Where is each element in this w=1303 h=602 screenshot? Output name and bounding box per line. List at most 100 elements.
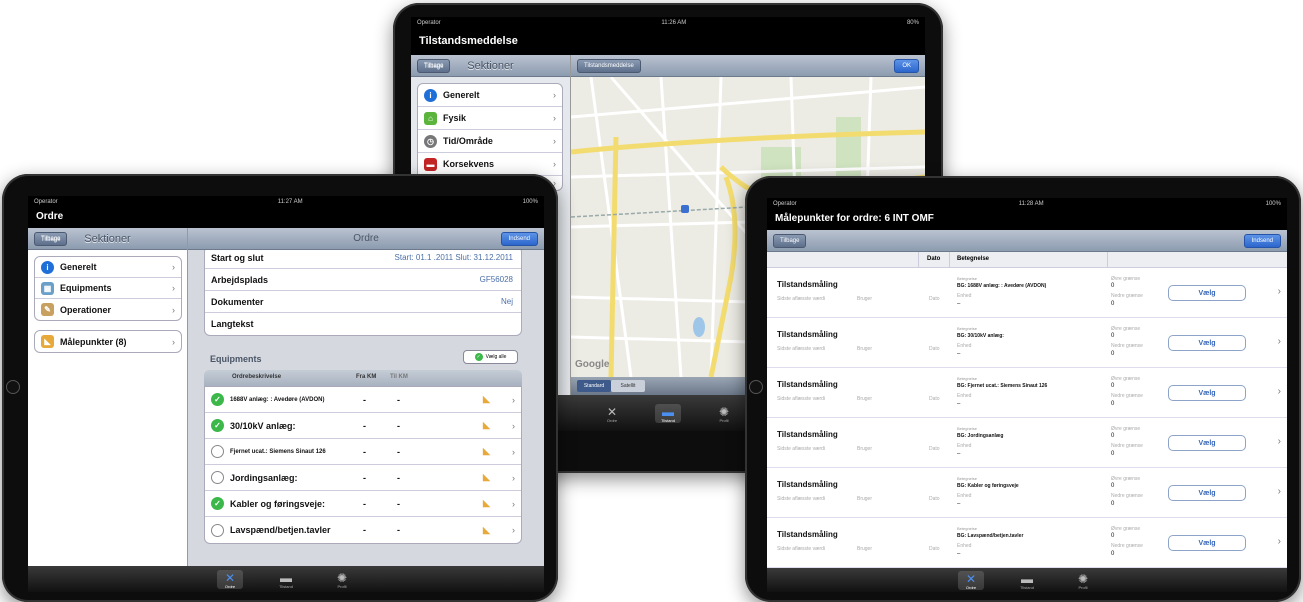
nedre-value: 0 [1111, 351, 1115, 357]
tab-tilstand[interactable]: ▬ Tilstand [655, 403, 681, 423]
ruler-icon[interactable]: ◣ [483, 420, 490, 431]
malepunkt-row[interactable]: Tilstandsmåling Sidste aflæsste værdi Brug… [767, 368, 1287, 418]
equipment-row[interactable]: ✓ Kabler og føringsveje: - - ◣ › [205, 491, 521, 517]
fra-km: - [363, 394, 366, 405]
vaelg-button[interactable]: Vælg [1168, 435, 1246, 451]
section-equipments[interactable]: ▦ Equipments › [35, 278, 181, 299]
indsend-button[interactable]: Indsend [1243, 234, 1281, 248]
row-title: Tilstandsmåling [777, 280, 838, 289]
enhed-value: – [957, 351, 961, 357]
home-button[interactable] [6, 380, 20, 394]
tab-profil[interactable]: ✺ Profil [329, 570, 355, 589]
equipment-row[interactable]: ✓ 30/10kV anlæg: - - ◣ › [205, 413, 521, 439]
back-button[interactable]: Tilbage [773, 234, 807, 248]
vaelg-button[interactable]: Vælg [1168, 285, 1246, 301]
checked-icon: ✓ [211, 393, 224, 406]
tab-label: Ordre [606, 417, 618, 423]
ovre-label: Øvre grænse [1111, 426, 1141, 432]
enhed-label: Enhed [957, 493, 972, 499]
gear-icon: ✺ [1077, 571, 1089, 586]
ipad-left: Operator 11:27 AM 100% Ordre Tilbage Sek… [2, 174, 558, 602]
unchecked-icon [211, 471, 224, 484]
malepunkt-row[interactable]: Tilstandsmåling Sidste aflæsste værdi Brug… [767, 468, 1287, 518]
vaelg-alle-button[interactable]: ✓ Vælg alle [463, 350, 518, 364]
indsend-button[interactable]: Indsend [500, 232, 538, 246]
equipment-label: 30/10kV anlæg: [230, 420, 296, 431]
tab-tilstand[interactable]: ▬ Tilstand [273, 570, 299, 589]
carrier: Operator [773, 201, 797, 207]
enhed-value: – [957, 551, 961, 557]
dato-label: Dato [929, 296, 940, 302]
chevron-right-icon: › [512, 446, 515, 457]
vaelg-button[interactable]: Vælg [1168, 535, 1246, 551]
tab-bar: ✕ Ordre ▬ Tilstand ✺ Profil [28, 566, 544, 592]
section-operationer[interactable]: ✎ Operationer › [35, 299, 181, 320]
betegnelse-value: BG: 30/10kV anlæg: [957, 333, 1004, 339]
nedre-value: 0 [1111, 551, 1115, 557]
ruler-icon[interactable]: ◣ [483, 472, 490, 483]
section-generelt[interactable]: i Generelt › [35, 257, 181, 278]
sidste-label: Sidste aflæsste værdi [777, 396, 826, 402]
vaelg-button[interactable]: Vælg [1168, 385, 1246, 401]
malepunkt-row[interactable]: Tilstandsmåling Sidste aflæsste værdi Brug… [767, 268, 1287, 318]
ruler-icon[interactable]: ◣ [483, 498, 490, 509]
detail-arbejdsplads: Arbejdsplads GF56028 [205, 269, 521, 291]
fysik-icon: ⌂ [424, 111, 437, 125]
map-back-button[interactable]: Tilstandsmeddelse [577, 59, 641, 73]
section-malepunkter[interactable]: ◣ Målepunkter (8) › [35, 331, 181, 352]
ruler-icon[interactable]: ◣ [483, 446, 490, 457]
nedre-label: Nedre grænse [1111, 443, 1143, 449]
home-button[interactable] [749, 380, 763, 394]
malepunkt-row[interactable]: Tilstandsmåling Sidste aflæsste værdi Brug… [767, 418, 1287, 468]
chevron-right-icon: › [512, 525, 515, 535]
ok-button[interactable]: OK [894, 59, 919, 73]
section-fysik[interactable]: ⌂ Fysik › [418, 107, 562, 130]
chevron-right-icon: › [1277, 436, 1281, 447]
chevron-right-icon: › [172, 283, 175, 293]
section-tid[interactable]: ◷ Tid/Område › [418, 130, 562, 153]
tab-ordre[interactable]: ✕ Ordre [958, 570, 984, 590]
section-generelt[interactable]: i Generelt › [418, 84, 562, 107]
section-korsekvens[interactable]: ▬ Korsekvens › [418, 153, 562, 176]
betegnelse-value: BG: Lavspænd/betjen.tavler [957, 533, 1024, 539]
betegnelse-label: Betegnelse [957, 476, 978, 481]
back-button[interactable]: Tilbage [34, 232, 68, 246]
tab-profil[interactable]: ✺ Profil [711, 404, 737, 423]
column-header: Dato Betegnelse [767, 252, 1287, 268]
betegnelse-label: Betegnelse [957, 376, 978, 381]
vaelg-alle-label: Vælg alle [485, 354, 507, 360]
tools-icon: ✕ [606, 404, 618, 419]
equipment-row[interactable]: Jordingsanlæg: - - ◣ › [205, 465, 521, 491]
equipment-row[interactable]: ✓ 1688V anlæg: : Avedøre (AVDON) - - ◣ › [205, 387, 521, 413]
tab-profil[interactable]: ✺ Profil [1070, 571, 1096, 590]
equipment-row[interactable]: Fjernet ucat.: Siemens Sinaut 126 - - ◣ › [205, 439, 521, 465]
vaelg-button[interactable]: Vælg [1168, 485, 1246, 501]
tab-ordre[interactable]: ✕ Ordre [217, 569, 243, 589]
chevron-right-icon: › [553, 159, 556, 169]
nedre-value: 0 [1111, 501, 1115, 507]
tab-ordre[interactable]: ✕ Ordre [599, 404, 625, 423]
detail-label: Langtekst [211, 319, 254, 329]
ovre-value: 0 [1111, 433, 1115, 439]
map-type-satellit[interactable]: Satellit [611, 380, 645, 392]
chevron-right-icon: › [512, 394, 515, 405]
equipment-label: Jordingsanlæg: [230, 472, 298, 483]
nedre-value: 0 [1111, 451, 1115, 457]
ipad-right: Operator 11:28 AM 100% Målepunkter for o… [745, 176, 1301, 602]
vaelg-button[interactable]: Vælg [1168, 335, 1246, 351]
map-type-standard[interactable]: Standard [577, 380, 611, 392]
enhed-label: Enhed [957, 393, 972, 399]
betegnelse-label: Betegnelse [957, 276, 978, 281]
equipment-row[interactable]: Lavspænd/betjen.tavler - - ◣ › [205, 517, 521, 543]
malepunkt-row[interactable]: Tilstandsmåling Sidste aflæsste værdi Brug… [767, 318, 1287, 368]
ruler-icon[interactable]: ◣ [483, 394, 490, 405]
equipments-icon: ▦ [41, 281, 54, 295]
ruler-icon[interactable]: ◣ [483, 525, 490, 536]
back-button[interactable]: Tilbage [417, 59, 451, 73]
malepunkt-row[interactable]: Tilstandsmåling Sidste aflæsste værdi Brug… [767, 518, 1287, 568]
page-title: Tilstandsmeddelse [419, 35, 518, 47]
tab-label: Tilstand [279, 583, 293, 589]
tilstand-icon: ▬ [1021, 571, 1033, 586]
tab-tilstand[interactable]: ▬ Tilstand [1014, 571, 1040, 590]
fra-km: - [363, 498, 366, 509]
